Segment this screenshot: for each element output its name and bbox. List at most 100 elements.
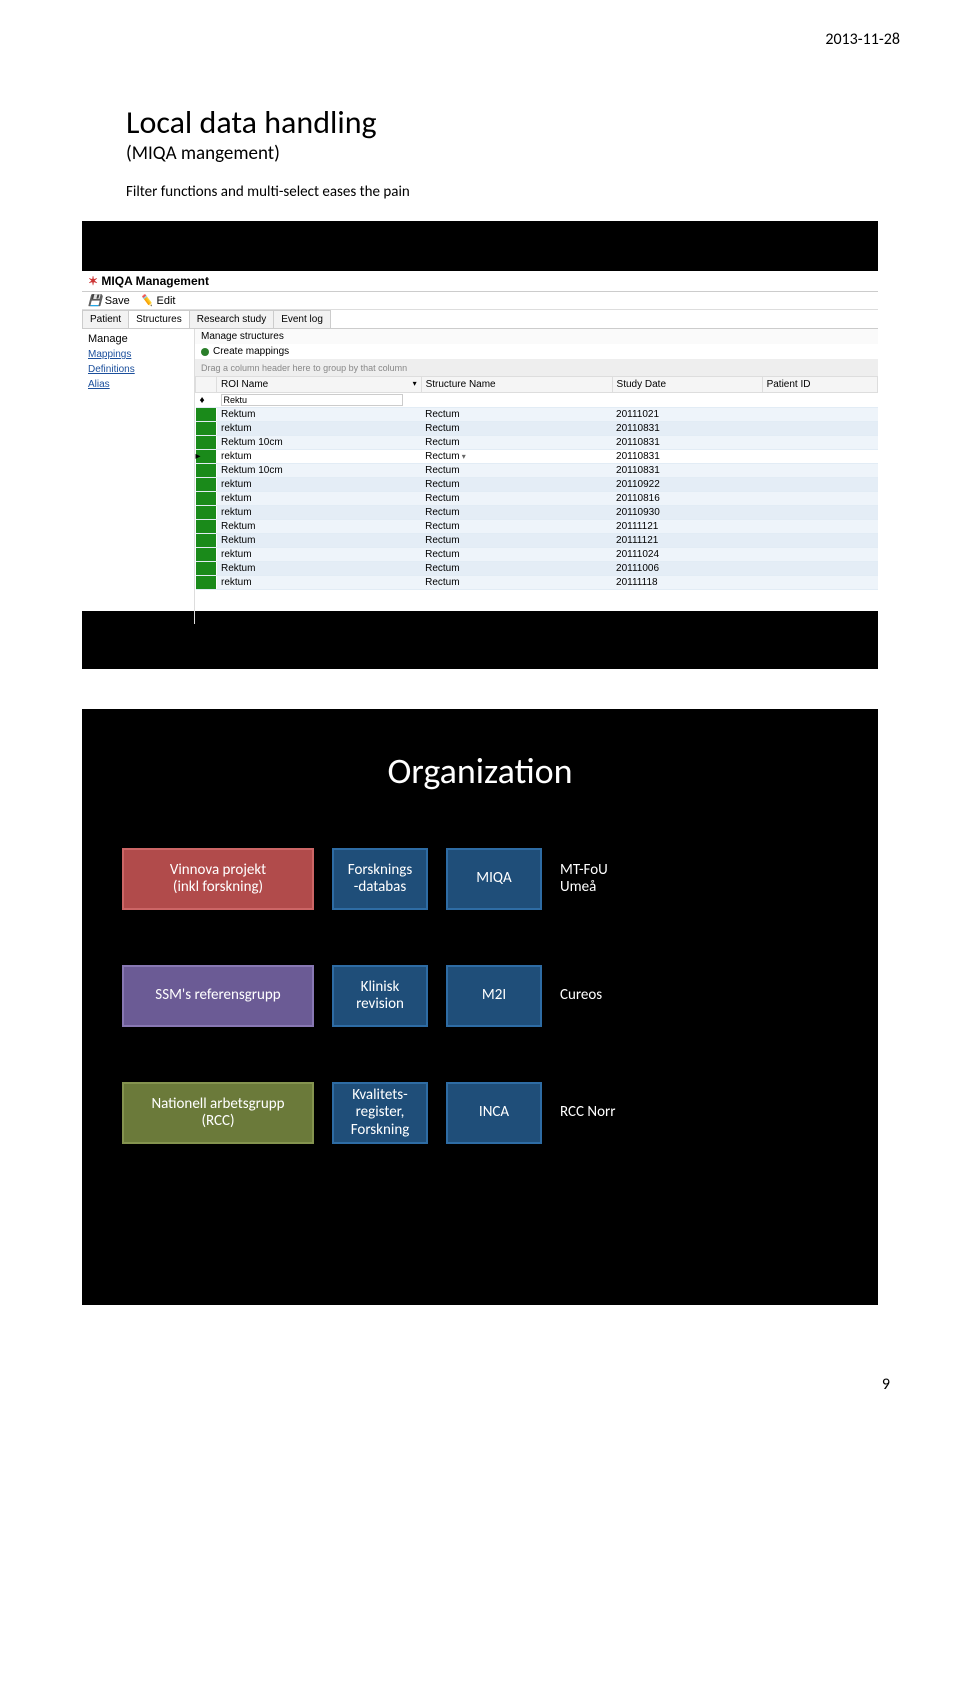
cell-structure: Rectum bbox=[421, 548, 612, 562]
cell-roi: rektum bbox=[217, 492, 422, 506]
filter-roi-input[interactable] bbox=[221, 394, 404, 406]
cell-structure: Rectum bbox=[421, 506, 612, 520]
side-link-mappings[interactable]: Mappings bbox=[82, 347, 194, 362]
save-button[interactable]: Save bbox=[88, 294, 130, 307]
row-marker: ▸ bbox=[196, 450, 217, 464]
filter-row: ♦ bbox=[196, 393, 878, 408]
side-link-alias[interactable]: Alias bbox=[82, 377, 194, 392]
table-row[interactable]: rektumRectum20110930 bbox=[196, 506, 878, 520]
row-marker bbox=[196, 478, 217, 492]
row-marker bbox=[196, 548, 217, 562]
row-marker bbox=[196, 506, 217, 520]
filter-structure[interactable] bbox=[421, 393, 612, 408]
side-panel: Manage Mappings Definitions Alias bbox=[82, 329, 195, 624]
row-marker bbox=[196, 576, 217, 590]
cell-structure: Rectum bbox=[421, 562, 612, 576]
org-box: Klinisk revision bbox=[332, 965, 428, 1027]
cell-roi: Rektum bbox=[217, 520, 422, 534]
cell-roi: rektum bbox=[217, 506, 422, 520]
cell-structure: Rectum bbox=[421, 520, 612, 534]
edit-label: Edit bbox=[156, 295, 175, 307]
table-header-row: ROI Name▾ Structure Name Study Date Pati… bbox=[196, 377, 878, 393]
tab-event-log[interactable]: Event log bbox=[273, 310, 331, 328]
col-roi-name[interactable]: ROI Name▾ bbox=[217, 377, 422, 393]
org-row: Vinnova projekt (inkl forskning)Forsknin… bbox=[112, 848, 848, 910]
cell-date: 20111121 bbox=[612, 534, 762, 548]
cell-structure: Rectum bbox=[421, 576, 612, 590]
table-row[interactable]: Rektum 10cmRectum20110831 bbox=[196, 464, 878, 478]
cell-pid bbox=[762, 436, 877, 450]
edit-button[interactable]: Edit bbox=[140, 294, 176, 307]
col-patient-id[interactable]: Patient ID bbox=[762, 377, 877, 393]
filter-pid[interactable] bbox=[762, 393, 877, 408]
page-number: 9 bbox=[0, 1345, 960, 1424]
plus-icon bbox=[201, 348, 209, 356]
cell-pid bbox=[762, 562, 877, 576]
page-date: 2013-11-28 bbox=[0, 0, 960, 59]
cell-structure: Rectum bbox=[421, 534, 612, 548]
table-row[interactable]: rektumRectum20110816 bbox=[196, 492, 878, 506]
cell-pid bbox=[762, 464, 877, 478]
org-box: MIQA bbox=[446, 848, 542, 910]
table-row[interactable]: RektumRectum20111121 bbox=[196, 520, 878, 534]
cell-structure: Rectum bbox=[421, 464, 612, 478]
cell-date: 20110831 bbox=[612, 436, 762, 450]
save-icon bbox=[88, 294, 102, 307]
filter-date[interactable] bbox=[612, 393, 762, 408]
cell-structure[interactable]: Rectum bbox=[421, 450, 612, 464]
tab-patient[interactable]: Patient bbox=[82, 310, 129, 328]
table-row[interactable]: RektumRectum20111006 bbox=[196, 562, 878, 576]
col-study-date[interactable]: Study Date bbox=[612, 377, 762, 393]
tab-structures[interactable]: Structures bbox=[128, 310, 190, 328]
row-marker bbox=[196, 562, 217, 576]
filter-icon: ♦ bbox=[196, 393, 217, 408]
table-row[interactable]: RektumRectum20111021 bbox=[196, 408, 878, 422]
main-tabs: Patient Structures Research study Event … bbox=[82, 310, 878, 329]
edit-icon bbox=[140, 294, 154, 307]
org-box: SSM's referensgrupp bbox=[122, 965, 314, 1027]
table-row[interactable]: rektumRectum20110831 bbox=[196, 422, 878, 436]
cell-pid bbox=[762, 548, 877, 562]
cell-roi: Rektum 10cm bbox=[217, 436, 422, 450]
cell-roi: rektum bbox=[217, 548, 422, 562]
table-row[interactable]: RektumRectum20111121 bbox=[196, 534, 878, 548]
org-box: Forsknings -databas bbox=[332, 848, 428, 910]
create-mappings-button[interactable]: Create mappings bbox=[195, 344, 878, 360]
cell-roi: Rektum 10cm bbox=[217, 464, 422, 478]
cell-roi: rektum bbox=[217, 576, 422, 590]
org-box: M2I bbox=[446, 965, 542, 1027]
cell-structure: Rectum bbox=[421, 492, 612, 506]
org-row: Nationell arbetsgrupp (RCC)Kvalitets- re… bbox=[112, 1082, 848, 1144]
cell-structure: Rectum bbox=[421, 436, 612, 450]
window-title: ✶ MIQA Management bbox=[82, 271, 878, 292]
side-link-definitions[interactable]: Definitions bbox=[82, 362, 194, 377]
slide1-caption: Filter functions and multi-select eases … bbox=[126, 183, 878, 201]
panel-heading: Manage structures bbox=[195, 329, 878, 344]
org-box: Kvalitets- register, Forskning bbox=[332, 1082, 428, 1144]
table-row[interactable]: rektumRectum20111024 bbox=[196, 548, 878, 562]
tab-research-study[interactable]: Research study bbox=[189, 310, 274, 328]
toolbar: Save Edit bbox=[82, 292, 878, 310]
cell-date: 20111121 bbox=[612, 520, 762, 534]
table-row[interactable]: ▸rektumRectum20110831 bbox=[196, 450, 878, 464]
org-row: SSM's referensgrupp Klinisk revision M2I Cu… bbox=[112, 965, 848, 1027]
cell-structure: Rectum bbox=[421, 422, 612, 436]
table-row[interactable]: Rektum 10cmRectum20110831 bbox=[196, 436, 878, 450]
window-title-text: MIQA Management bbox=[101, 274, 209, 288]
cell-date: 20110831 bbox=[612, 450, 762, 464]
cell-roi: Rektum bbox=[217, 408, 422, 422]
table-row[interactable]: rektumRectum20111118 bbox=[196, 576, 878, 590]
cell-date: 20110930 bbox=[612, 506, 762, 520]
org-box: INCA bbox=[446, 1082, 542, 1144]
cell-date: 20111118 bbox=[612, 576, 762, 590]
cell-pid bbox=[762, 492, 877, 506]
cell-roi: rektum bbox=[217, 450, 422, 464]
cell-pid bbox=[762, 450, 877, 464]
org-box: Cureos bbox=[560, 987, 680, 1004]
row-marker bbox=[196, 492, 217, 506]
col-structure-name[interactable]: Structure Name bbox=[421, 377, 612, 393]
group-by-hint[interactable]: Drag a column header here to group by th… bbox=[195, 360, 878, 376]
table-row[interactable]: rektumRectum20110922 bbox=[196, 478, 878, 492]
org-box: RCC Norr bbox=[560, 1104, 680, 1121]
cell-date: 20110922 bbox=[612, 478, 762, 492]
